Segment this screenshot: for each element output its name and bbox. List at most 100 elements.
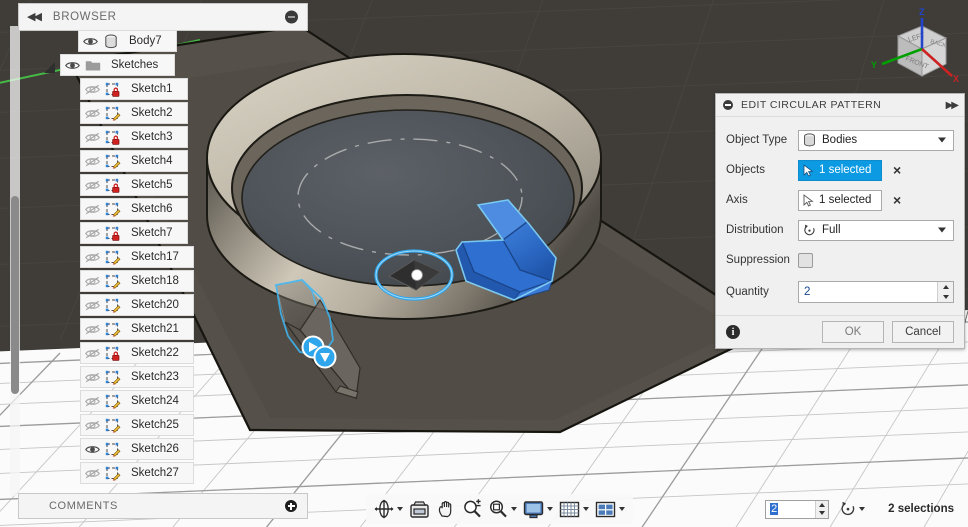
navigation-bar[interactable] xyxy=(366,494,633,524)
quantity-stepper-up[interactable] xyxy=(938,282,953,292)
visibility-off-icon[interactable] xyxy=(81,462,103,484)
quantity-stepper-down[interactable] xyxy=(938,292,953,302)
chevron-down-icon[interactable] xyxy=(547,507,553,511)
visibility-off-icon xyxy=(84,108,100,118)
visibility-off-icon[interactable] xyxy=(81,270,103,292)
tree-item[interactable]: Sketch3 xyxy=(80,126,188,148)
horizontal-scrollbar[interactable] xyxy=(0,521,968,527)
look-at-tool[interactable] xyxy=(406,496,433,522)
visibility-off-icon[interactable] xyxy=(81,246,103,268)
tree-item[interactable]: Sketch25 xyxy=(80,414,194,436)
sketch-icon xyxy=(103,271,123,291)
chevron-down-icon[interactable] xyxy=(619,507,625,511)
viewport-layout[interactable] xyxy=(592,496,628,522)
chevron-down-icon[interactable] xyxy=(397,507,403,511)
visibility-off-icon[interactable] xyxy=(81,294,103,316)
suppression-checkbox[interactable] xyxy=(798,252,813,268)
double-chevron-right-icon[interactable]: ▶▶ xyxy=(946,100,959,111)
tree-item[interactable]: Sketch21 xyxy=(80,318,194,340)
view-cube[interactable]: LEFT BACK FRONT Z Y X xyxy=(860,2,964,94)
distribution-status-button[interactable] xyxy=(837,496,868,522)
collapse-left-arrows-icon[interactable]: ◀◀ xyxy=(27,11,42,23)
sketch-icon xyxy=(103,103,123,123)
ok-button[interactable]: OK xyxy=(822,321,884,343)
object-type-dropdown[interactable]: Bodies xyxy=(798,129,954,151)
chevron-down-icon[interactable] xyxy=(511,507,517,511)
grid-settings[interactable] xyxy=(556,496,592,522)
tree-item-label: Sketch2 xyxy=(131,107,173,119)
orbit-tool[interactable] xyxy=(371,496,406,522)
dialog-header[interactable]: EDIT CIRCULAR PATTERN ▶▶ xyxy=(716,94,964,117)
pan-tool[interactable] xyxy=(433,496,459,522)
browser-panel-header[interactable]: ◀◀ BROWSER xyxy=(18,3,308,31)
cursor-arrow-icon xyxy=(803,163,814,177)
object-type-label: Object Type xyxy=(726,134,788,146)
visibility-off-icon[interactable] xyxy=(81,390,103,412)
visibility-off-icon[interactable] xyxy=(81,150,103,172)
distribution-dropdown[interactable]: Full xyxy=(798,219,954,241)
sketch-locked-icon xyxy=(105,130,120,145)
visibility-off-icon[interactable] xyxy=(81,78,103,100)
comments-panel-header[interactable]: COMMENTS xyxy=(18,493,308,519)
visibility-on-icon[interactable] xyxy=(79,30,101,52)
tree-item[interactable]: Sketches xyxy=(60,54,176,76)
sketch-icon xyxy=(103,367,123,387)
quantity-status-stepper-down[interactable] xyxy=(816,509,828,518)
add-circle-icon[interactable] xyxy=(285,500,297,512)
info-circle-icon[interactable]: i xyxy=(726,325,740,339)
tree-item[interactable]: Sketch5 xyxy=(80,174,188,196)
visibility-off-icon[interactable] xyxy=(81,198,103,220)
visibility-off-icon[interactable] xyxy=(81,414,103,436)
chevron-down-icon[interactable] xyxy=(859,507,866,511)
tree-item[interactable]: Sketch6 xyxy=(80,198,188,220)
quantity-status-stepper-up[interactable] xyxy=(816,501,828,510)
tree-item[interactable]: Sketch23 xyxy=(80,366,194,388)
minimize-circle-icon[interactable] xyxy=(285,10,298,24)
tree-item[interactable]: Body7 xyxy=(78,30,177,52)
visibility-off-icon xyxy=(84,228,100,238)
visibility-off-icon[interactable] xyxy=(81,222,103,244)
axis-clear-button[interactable]: × xyxy=(893,193,901,207)
body-cylinder-icon xyxy=(101,31,121,51)
tree-item[interactable]: Sketch26 xyxy=(80,438,194,460)
visibility-off-icon[interactable] xyxy=(81,318,103,340)
visibility-off-icon[interactable] xyxy=(81,342,103,364)
objects-clear-button[interactable]: × xyxy=(893,163,901,177)
chevron-down-icon[interactable] xyxy=(583,507,589,511)
tree-item[interactable]: Sketch4 xyxy=(80,150,188,172)
tree-item[interactable]: Sketch27 xyxy=(80,462,194,484)
tree-item[interactable]: Sketch18 xyxy=(80,270,194,292)
chevron-down-icon[interactable] xyxy=(938,137,946,143)
visibility-off-icon xyxy=(84,84,100,94)
edit-circular-pattern-dialog[interactable]: EDIT CIRCULAR PATTERN ▶▶ Object Type Bod… xyxy=(715,93,965,349)
visibility-off-icon[interactable] xyxy=(81,366,103,388)
display-settings[interactable] xyxy=(520,496,556,522)
tree-item[interactable]: Sketch1 xyxy=(80,78,188,100)
visibility-off-icon[interactable] xyxy=(81,102,103,124)
objects-select-button[interactable]: 1 selected xyxy=(798,159,882,181)
zoom-window-tool[interactable] xyxy=(485,496,520,522)
dialog-title: EDIT CIRCULAR PATTERN xyxy=(741,99,882,111)
tree-item[interactable]: Sketch2 xyxy=(80,102,188,124)
field-axis: Axis 1 selected × xyxy=(726,185,954,215)
zoom-plusminus-icon xyxy=(464,499,481,518)
tree-item[interactable]: Sketch7 xyxy=(80,222,188,244)
tree-item[interactable]: Sketch22 xyxy=(80,342,194,364)
cancel-button[interactable]: Cancel xyxy=(892,321,954,343)
quantity-status-input[interactable]: 2 xyxy=(765,499,830,519)
visibility-off-icon xyxy=(84,180,100,190)
visibility-off-icon[interactable] xyxy=(81,126,103,148)
axis-select-button[interactable]: 1 selected xyxy=(798,189,882,211)
quantity-input[interactable]: 2 xyxy=(798,281,954,303)
tree-item[interactable]: Sketch24 xyxy=(80,390,194,412)
visibility-on-icon[interactable] xyxy=(81,438,103,460)
sketch-locked-icon xyxy=(103,79,123,99)
expand-triangle-icon[interactable] xyxy=(44,62,55,73)
visibility-off-icon[interactable] xyxy=(81,174,103,196)
minimize-circle-icon[interactable] xyxy=(723,100,733,110)
visibility-on-icon[interactable] xyxy=(61,54,83,76)
tree-item[interactable]: Sketch17 xyxy=(80,246,194,268)
tree-item[interactable]: Sketch20 xyxy=(80,294,194,316)
chevron-down-icon[interactable] xyxy=(938,227,946,233)
zoom-tool[interactable] xyxy=(459,496,485,522)
